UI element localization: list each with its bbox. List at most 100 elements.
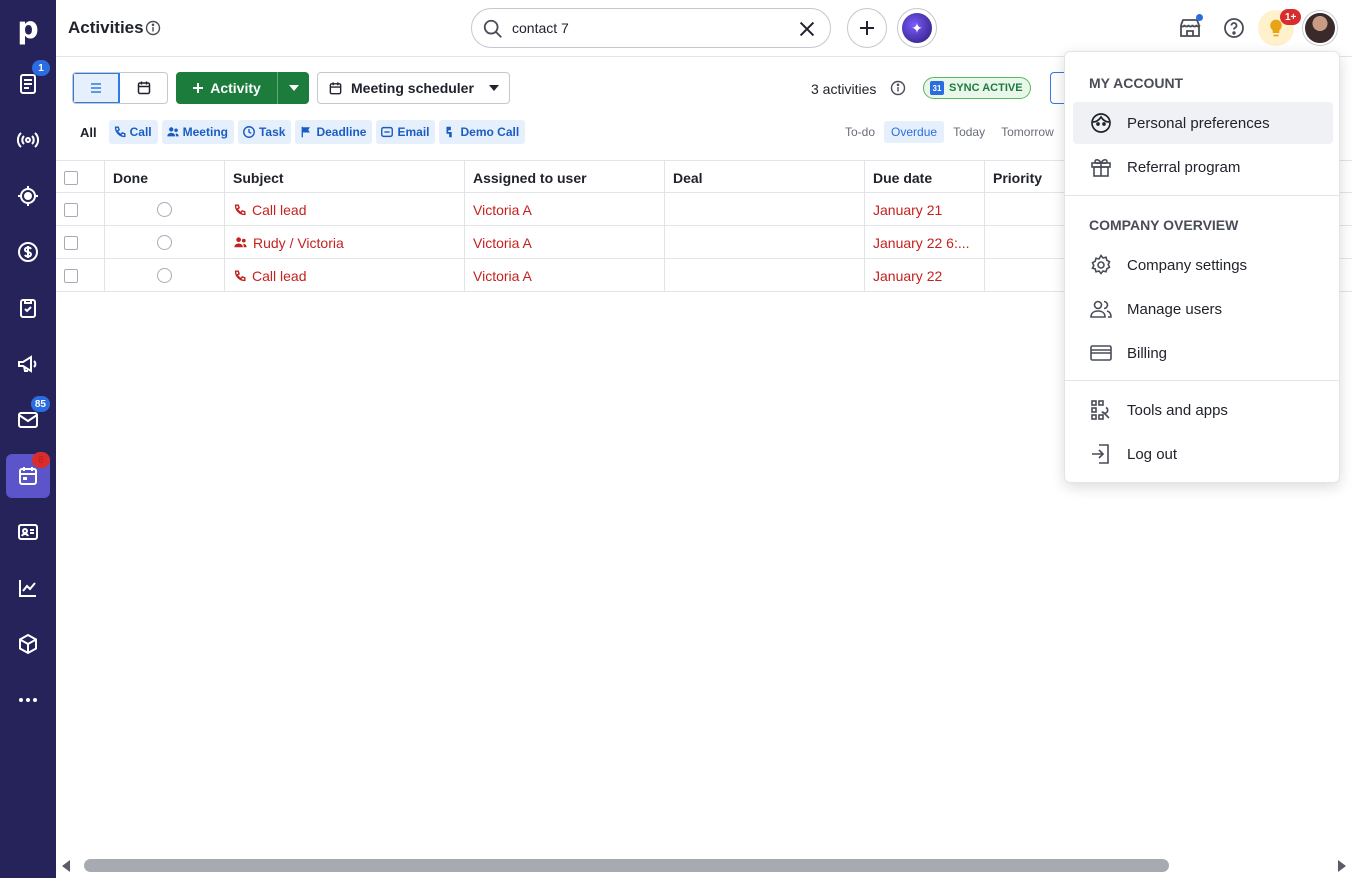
- filter-task[interactable]: Task: [237, 120, 292, 144]
- filter-email[interactable]: Email: [376, 120, 436, 144]
- sidebar-item-deals[interactable]: [6, 174, 50, 218]
- column-header-done[interactable]: Done: [105, 161, 225, 194]
- google-calendar-icon: 31: [930, 81, 944, 95]
- sidebar-item-campaigns[interactable]: [6, 118, 50, 162]
- sidebar-item-activities[interactable]: 8: [6, 452, 50, 498]
- due-date-cell[interactable]: January 22: [865, 259, 985, 292]
- chart-line-icon: [19, 580, 36, 597]
- subject-cell[interactable]: Call lead: [225, 193, 465, 226]
- info-icon[interactable]: [145, 20, 161, 36]
- filter-today[interactable]: Today: [946, 121, 992, 143]
- row-checkbox[interactable]: [64, 268, 78, 283]
- scrollbar-thumb[interactable]: [84, 859, 1169, 872]
- meeting-scheduler-label: Meeting scheduler: [351, 80, 474, 96]
- caret-down-icon: [288, 85, 299, 91]
- horizontal-scrollbar[interactable]: [56, 854, 1352, 878]
- page-title: Activities: [68, 18, 144, 37]
- mail-badge: 85: [30, 396, 50, 412]
- meeting-icon: [234, 237, 247, 248]
- filter-call[interactable]: Call: [108, 120, 158, 144]
- column-header-subject[interactable]: Subject: [225, 161, 465, 194]
- clear-search-icon[interactable]: [796, 18, 818, 40]
- row-checkbox[interactable]: [64, 235, 78, 250]
- sidebar-item-leads[interactable]: 1: [6, 60, 50, 106]
- sync-status-badge[interactable]: 31 SYNC ACTIVE: [923, 77, 1031, 99]
- sidebar-item-more[interactable]: [6, 678, 50, 722]
- help-button[interactable]: [1220, 14, 1248, 42]
- menu-item-company-settings[interactable]: Company settings: [1073, 244, 1333, 286]
- clipboard-check-icon: [20, 299, 36, 318]
- users-icon: [1090, 300, 1112, 318]
- credit-card-icon: [1090, 345, 1112, 361]
- sidebar-item-mail[interactable]: 85: [6, 396, 50, 442]
- email-icon: [381, 126, 394, 138]
- subject-cell[interactable]: Rudy / Victoria: [225, 226, 465, 259]
- mark-done-toggle[interactable]: [157, 268, 172, 283]
- search-box: [471, 8, 831, 48]
- filter-tomorrow[interactable]: Tomorrow: [994, 121, 1061, 143]
- filter-todo[interactable]: To-do: [838, 121, 882, 143]
- deal-cell[interactable]: [665, 259, 865, 292]
- scroll-left-arrow[interactable]: [62, 860, 70, 872]
- sidebar-item-projects[interactable]: [6, 286, 50, 330]
- select-all-checkbox[interactable]: [64, 170, 78, 185]
- sidebar-item-insights[interactable]: [6, 566, 50, 610]
- quick-add-button[interactable]: [847, 8, 887, 48]
- column-header-assigned[interactable]: Assigned to user: [465, 161, 665, 194]
- filter-meeting[interactable]: Meeting: [161, 120, 234, 144]
- menu-heading-my-account: MY ACCOUNT: [1089, 75, 1184, 91]
- assigned-cell[interactable]: Victoria A: [465, 193, 665, 226]
- clock-icon: [243, 126, 255, 138]
- target-icon: [18, 186, 38, 206]
- filter-all[interactable]: All: [74, 125, 105, 140]
- subject-cell[interactable]: Call lead: [225, 259, 465, 292]
- ai-assistant-button[interactable]: ✦: [897, 8, 937, 48]
- calendar-view-button[interactable]: [120, 73, 167, 103]
- done-cell: [105, 226, 225, 259]
- broadcast-icon: [16, 132, 40, 148]
- due-date-cell[interactable]: January 22 6:...: [865, 226, 985, 259]
- menu-item-manage-users[interactable]: Manage users: [1073, 288, 1333, 330]
- leads-badge: 1: [32, 60, 50, 76]
- filter-demo-call[interactable]: Demo Call: [439, 120, 526, 144]
- megaphone-icon: [18, 355, 37, 373]
- phone-icon: [234, 203, 246, 215]
- help-icon: [1224, 18, 1244, 38]
- face-icon: [1091, 113, 1111, 133]
- time-filters: To-do Overdue Today Tomorrow: [838, 120, 1061, 144]
- info-icon[interactable]: [890, 80, 906, 96]
- meeting-scheduler-button[interactable]: Meeting scheduler: [317, 72, 510, 104]
- sidebar-item-products[interactable]: [6, 622, 50, 666]
- sidebar: p 1 85 8: [0, 0, 56, 878]
- column-header-due-date[interactable]: Due date: [865, 161, 985, 194]
- add-activity-button[interactable]: Activity: [176, 72, 277, 104]
- sidebar-item-marketing[interactable]: [6, 342, 50, 386]
- sidebar-item-contacts[interactable]: [6, 510, 50, 554]
- add-activity-dropdown[interactable]: [277, 72, 309, 104]
- pipedrive-logo[interactable]: p: [0, 0, 56, 56]
- assigned-cell[interactable]: Victoria A: [465, 259, 665, 292]
- deal-cell[interactable]: [665, 193, 865, 226]
- mark-done-toggle[interactable]: [157, 202, 172, 217]
- search-input[interactable]: [512, 17, 782, 39]
- mark-done-toggle[interactable]: [157, 235, 172, 250]
- list-view-button[interactable]: [73, 73, 121, 103]
- sidebar-item-revenue[interactable]: [6, 230, 50, 274]
- filter-overdue[interactable]: Overdue: [884, 121, 945, 143]
- assigned-cell[interactable]: Victoria A: [465, 226, 665, 259]
- scroll-right-arrow[interactable]: [1338, 860, 1346, 872]
- due-date-cell[interactable]: January 21: [865, 193, 985, 226]
- column-header-deal[interactable]: Deal: [665, 161, 865, 194]
- flag-icon: [302, 126, 311, 138]
- menu-item-referral-program[interactable]: Referral program: [1073, 146, 1333, 188]
- menu-item-billing[interactable]: Billing: [1073, 332, 1333, 374]
- filter-deadline[interactable]: Deadline: [295, 120, 373, 144]
- menu-divider: [1065, 195, 1339, 196]
- deal-cell[interactable]: [665, 226, 865, 259]
- phone-icon: [114, 126, 126, 138]
- menu-item-tools-and-apps[interactable]: Tools and apps: [1073, 389, 1333, 431]
- row-checkbox[interactable]: [64, 202, 78, 217]
- menu-item-log-out[interactable]: Log out: [1073, 433, 1333, 475]
- user-avatar[interactable]: [1303, 11, 1337, 45]
- menu-item-personal-preferences[interactable]: Personal preferences: [1073, 102, 1333, 144]
